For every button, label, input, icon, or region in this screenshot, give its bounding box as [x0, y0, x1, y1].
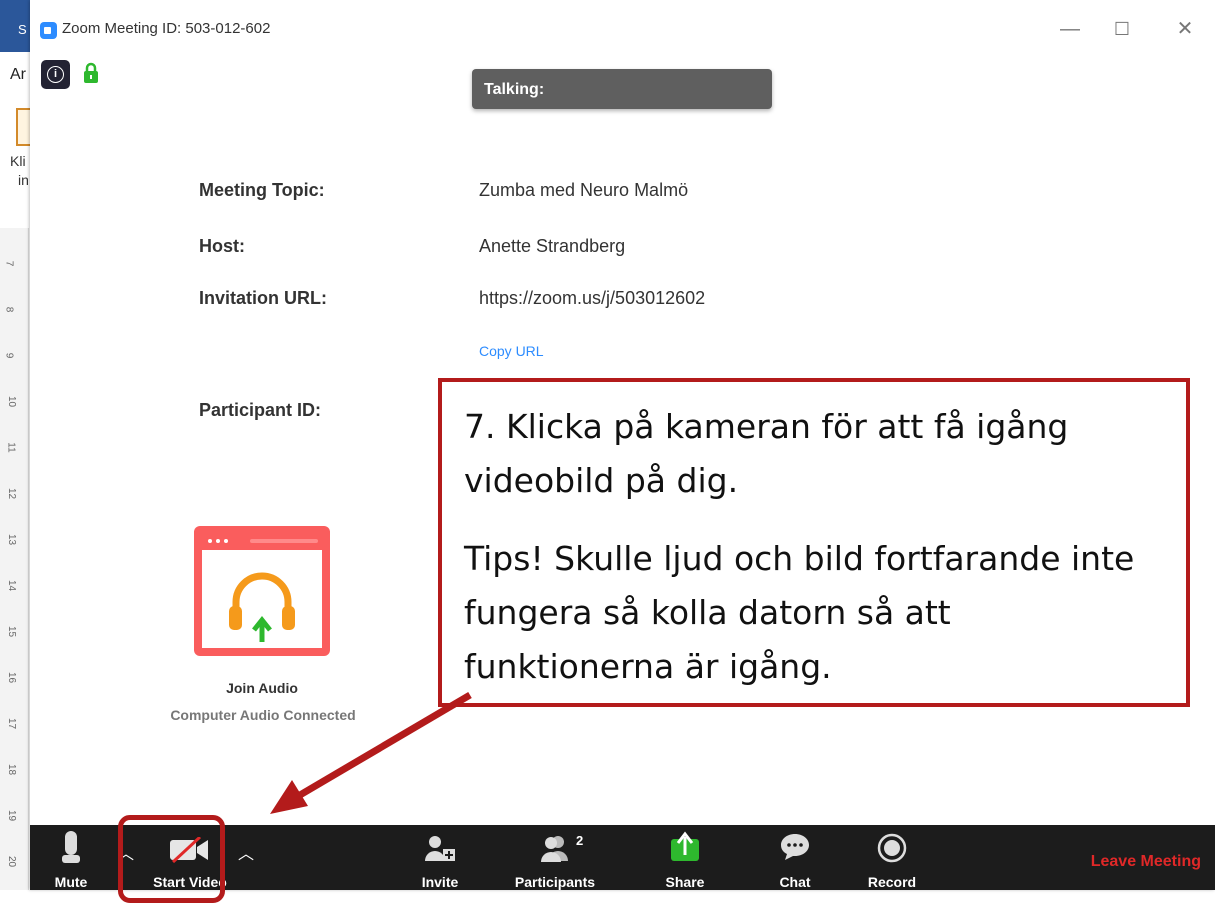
meeting-topic-label: Meeting Topic: [199, 180, 325, 200]
chat-button[interactable]: Chat [765, 825, 825, 890]
host-value: Anette Strandberg [479, 236, 626, 256]
background-titlebar: S [0, 0, 30, 52]
instruction-callout: 7. Klicka på kameran för att få igång vi… [438, 378, 1190, 707]
background-paste-label-2: in [18, 172, 29, 188]
audio-status: Computer Audio Connected [170, 707, 356, 723]
record-button[interactable]: Record [860, 825, 924, 890]
ruler-number: 8 [3, 306, 15, 313]
talking-indicator: Talking: [472, 69, 772, 109]
ruler-number: 7 [3, 260, 15, 267]
ruler-number: 13 [6, 533, 18, 546]
ruler-number: 14 [6, 579, 18, 592]
callout-line-2: videobild på dig. [464, 461, 739, 500]
share-label: Share [665, 874, 705, 890]
ruler-number: 17 [6, 717, 18, 730]
background-window: S Ar Kli in 7 8 9 10 11 12 13 14 15 16 17 18 19 20 [0, 0, 32, 890]
ruler-number: 15 [6, 625, 18, 638]
close-button[interactable]: ✕ [1170, 14, 1200, 44]
callout-line-4: fungera så kolla datorn så att [464, 593, 951, 632]
meeting-topic-value: Zumba med Neuro Malmö [479, 180, 689, 200]
invite-icon [425, 836, 455, 861]
host-label: Host: [199, 236, 245, 256]
callout-line-5: funktionerna är igång. [464, 647, 832, 686]
callout-line-1: 7. Klicka på kameran för att få igång [464, 407, 1069, 446]
ruler-number: 18 [6, 763, 18, 776]
video-options-caret-icon[interactable]: ︿ [238, 840, 254, 864]
ruler-number: 12 [6, 487, 18, 500]
leave-meeting-button[interactable]: Leave Meeting [1091, 853, 1201, 871]
record-icon [877, 833, 907, 863]
record-label: Record [867, 874, 917, 890]
share-icon [671, 831, 699, 861]
participants-label: Participants [514, 874, 596, 890]
zoom-app-icon [40, 22, 57, 39]
ruler-number: 10 [6, 395, 18, 408]
invitation-url-value: https://zoom.us/j/503012602 [479, 288, 706, 308]
participants-count-badge: 2 [576, 833, 584, 848]
join-audio-button[interactable] [194, 526, 330, 656]
callout-line-3: Tips! Skulle ljud och bild fortfarande i… [464, 539, 1135, 578]
minimize-button[interactable]: — [1055, 14, 1085, 44]
participant-id-label: Participant ID: [199, 400, 322, 420]
lock-icon[interactable] [83, 62, 99, 84]
participants-button[interactable]: 2 Participants [500, 825, 610, 890]
invitation-url-label: Invitation URL: [199, 288, 327, 308]
window-title: Zoom Meeting ID: 503-012-602 [62, 20, 271, 37]
vertical-ruler: 7 8 9 10 11 12 13 14 15 16 17 18 19 20 [0, 228, 29, 890]
microphone-icon [62, 831, 80, 863]
title-bar: Zoom Meeting ID: 503-012-602 — ☐ ✕ [30, 0, 1215, 60]
invite-label: Invite [421, 874, 459, 890]
ruler-number: 16 [6, 671, 18, 684]
background-tab-letter: S [18, 22, 27, 37]
ruler-number: 19 [6, 809, 18, 822]
copy-url-link[interactable]: Copy URL [479, 343, 544, 359]
participants-icon [541, 836, 568, 862]
join-audio-label: Join Audio [226, 680, 298, 696]
share-button[interactable]: Share [655, 825, 715, 890]
headphones-icon [229, 572, 295, 642]
chat-label: Chat [779, 874, 811, 890]
mute-button[interactable]: Mute [40, 825, 102, 890]
chat-icon [781, 834, 809, 860]
info-icon[interactable]: i [41, 60, 70, 89]
background-paste-label: Kli [10, 153, 26, 169]
ruler-number: 20 [6, 855, 18, 868]
invite-button[interactable]: Invite [405, 825, 475, 890]
ruler-number: 11 [5, 442, 17, 453]
background-ribbon-text: Ar [10, 66, 26, 83]
ruler-number: 9 [3, 352, 15, 359]
maximize-button[interactable]: ☐ [1107, 14, 1137, 44]
talking-label: Talking: [484, 81, 545, 98]
mute-label: Mute [54, 874, 88, 890]
